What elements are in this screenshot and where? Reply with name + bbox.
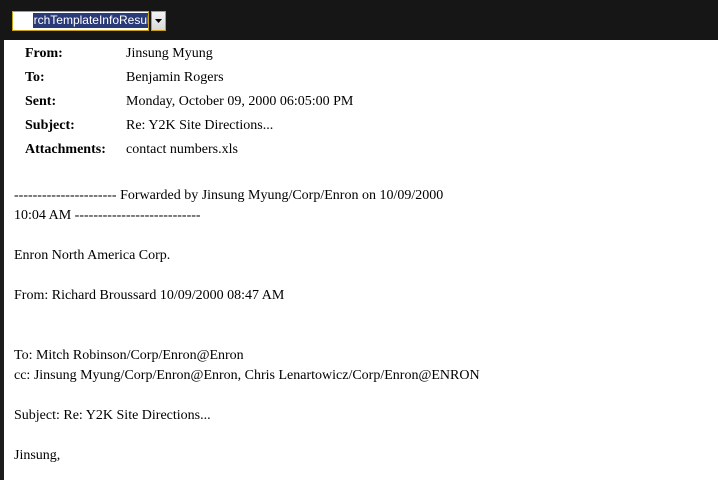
forward-line-2: 10:04 AM --------------------------- (14, 208, 201, 223)
header-label: To: (25, 70, 45, 85)
header-value-subject: Re: Y2K Site Directions... (126, 118, 274, 133)
forward-line-1: ---------------------- Forwarded by Jins… (14, 188, 444, 203)
header-value-to: Benjamin Rogers (126, 70, 224, 85)
header-value-from: Jinsung Myung (126, 46, 213, 61)
header-row-from: From: Jinsung Myung (25, 42, 353, 66)
dropdown-field[interactable]: rchTemplateInfoResult (12, 11, 149, 31)
to-line: To: Mitch Robinson/Corp/Enron@Enron (14, 348, 244, 363)
header-label: Subject: (25, 118, 75, 133)
email-view: From: Jinsung Myung To: Benjamin Rogers … (4, 40, 718, 480)
result-dropdown[interactable]: rchTemplateInfoResult (12, 11, 166, 31)
subject-line: Subject: Re: Y2K Site Directions... (14, 408, 211, 423)
dropdown-arrow-button[interactable] (151, 11, 166, 31)
greeting-line: Jinsung, (14, 448, 61, 463)
header-row-attachments: Attachments: contact numbers.xls (25, 138, 353, 162)
header-label: From: (25, 46, 63, 61)
attachment-link[interactable]: contact numbers.xls (126, 138, 353, 162)
cc-line: cc: Jinsung Myung/Corp/Enron@Enron, Chri… (14, 368, 480, 383)
header-row-to: To: Benjamin Rogers (25, 66, 353, 90)
chevron-down-icon (155, 18, 162, 23)
header-label: Attachments: (25, 142, 106, 157)
header-label: Sent: (25, 94, 57, 109)
company-line: Enron North America Corp. (14, 248, 171, 263)
from-line: From: Richard Broussard 10/09/2000 08:47… (14, 288, 285, 303)
header-row-sent: Sent: Monday, October 09, 2000 06:05:00 … (25, 90, 353, 114)
header-row-subject: Subject: Re: Y2K Site Directions... (25, 114, 353, 138)
header-value-sent: Monday, October 09, 2000 06:05:00 PM (126, 94, 354, 109)
toolbar: rchTemplateInfoResult (0, 0, 718, 40)
email-header-table: From: Jinsung Myung To: Benjamin Rogers … (25, 42, 353, 162)
dropdown-selected-value: rchTemplateInfoResult (32, 13, 148, 28)
